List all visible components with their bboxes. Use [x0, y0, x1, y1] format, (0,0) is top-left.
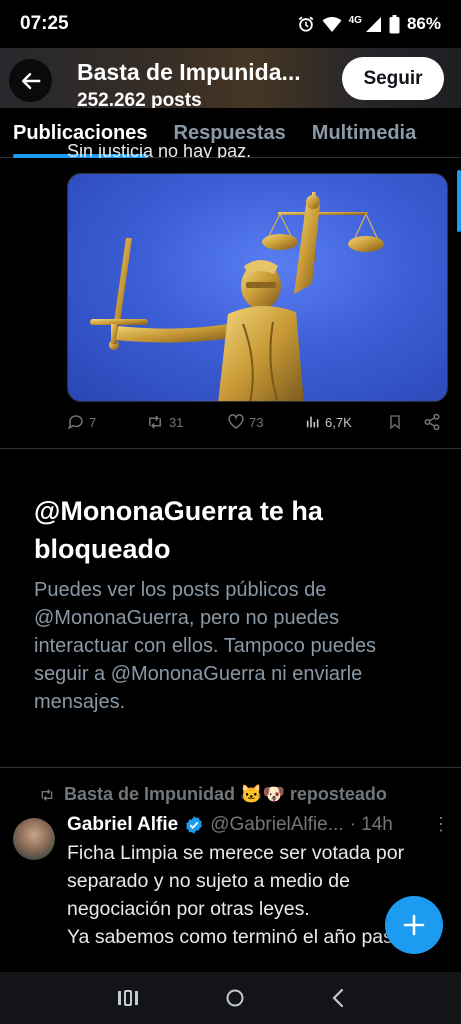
like-count: 73 — [249, 414, 264, 430]
author-name[interactable]: Gabriel Alfie — [67, 814, 178, 836]
profile-timeline: Basta de Impunida... 252.262 posts Segui… — [0, 48, 461, 972]
system-navigation-bar — [0, 972, 461, 1024]
tab-multimedia[interactable]: Multimedia — [312, 122, 416, 158]
battery-level: 86% — [406, 14, 441, 33]
repost-indicator: Basta de Impunidad 🐱🐶 reposteado — [38, 784, 387, 805]
status-bar: 07:25 4G 86% — [0, 0, 461, 48]
scrollbar[interactable] — [457, 170, 461, 232]
blocked-description: Puedes ver los posts públicos de @Monona… — [34, 579, 377, 713]
repost-arrows-icon — [149, 415, 161, 429]
plus-icon — [403, 914, 425, 936]
bookmark-action[interactable] — [387, 413, 423, 431]
post-actions: 7 31 73 6,7K — [67, 410, 448, 434]
views-count: 6,7K — [325, 414, 352, 430]
tweet-header: Gabriel Alfie @GabrielAlfie... · 14h — [67, 814, 393, 836]
heart-icon — [228, 414, 244, 429]
post-image-lady-justice[interactable] — [67, 173, 448, 402]
speech-bubble-icon — [67, 415, 83, 430]
repost-arrows-icon — [41, 788, 53, 801]
lady-justice-illustration — [90, 192, 384, 401]
back-nav-icon[interactable] — [331, 988, 345, 1008]
recent-apps-icon[interactable] — [117, 989, 139, 1007]
alarm-icon — [298, 16, 313, 32]
profile-banner-header: Basta de Impunida... 252.262 posts Segui… — [0, 48, 461, 108]
like-action[interactable]: 73 — [227, 413, 305, 431]
post-count: 252.262 posts — [77, 90, 202, 108]
status-time: 07:25 — [20, 13, 69, 34]
signal-icon — [365, 16, 381, 32]
arrow-left-icon — [21, 72, 40, 89]
battery-icon — [389, 14, 400, 33]
bookmark-icon — [390, 415, 400, 430]
reply-count: 7 — [89, 414, 97, 430]
compose-button[interactable] — [385, 896, 443, 954]
verified-badge-icon — [186, 816, 203, 834]
reply-action[interactable]: 7 — [67, 413, 145, 431]
network-type: 4G — [348, 14, 362, 26]
more-options-icon[interactable]: ⋮ — [432, 814, 450, 835]
back-button[interactable] — [9, 59, 52, 102]
share-icon — [424, 413, 440, 431]
home-icon[interactable] — [225, 988, 245, 1008]
status-icons: 4G 86% — [297, 14, 441, 34]
divider — [0, 448, 461, 449]
divider — [0, 767, 461, 768]
blocked-title: @MononaGuerra te ha bloqueado — [34, 496, 323, 564]
post-time: · 14h — [349, 814, 393, 835]
profile-name: Basta de Impunida... — [77, 59, 301, 85]
repost-by-label: Basta de Impunidad 🐱🐶 reposteado — [64, 784, 387, 804]
repost-count: 31 — [169, 414, 184, 430]
post-text: Sin justicia no hay paz. — [67, 144, 252, 158]
wifi-icon — [322, 16, 342, 32]
views-action[interactable]: 6,7K — [305, 414, 387, 430]
share-action[interactable] — [423, 413, 441, 431]
avatar[interactable] — [13, 818, 55, 860]
repost-action[interactable]: 31 — [145, 413, 227, 431]
follow-button[interactable]: Seguir — [342, 57, 444, 100]
author-handle[interactable]: @GabrielAlfie... — [210, 814, 343, 836]
bar-chart-icon — [306, 416, 319, 428]
